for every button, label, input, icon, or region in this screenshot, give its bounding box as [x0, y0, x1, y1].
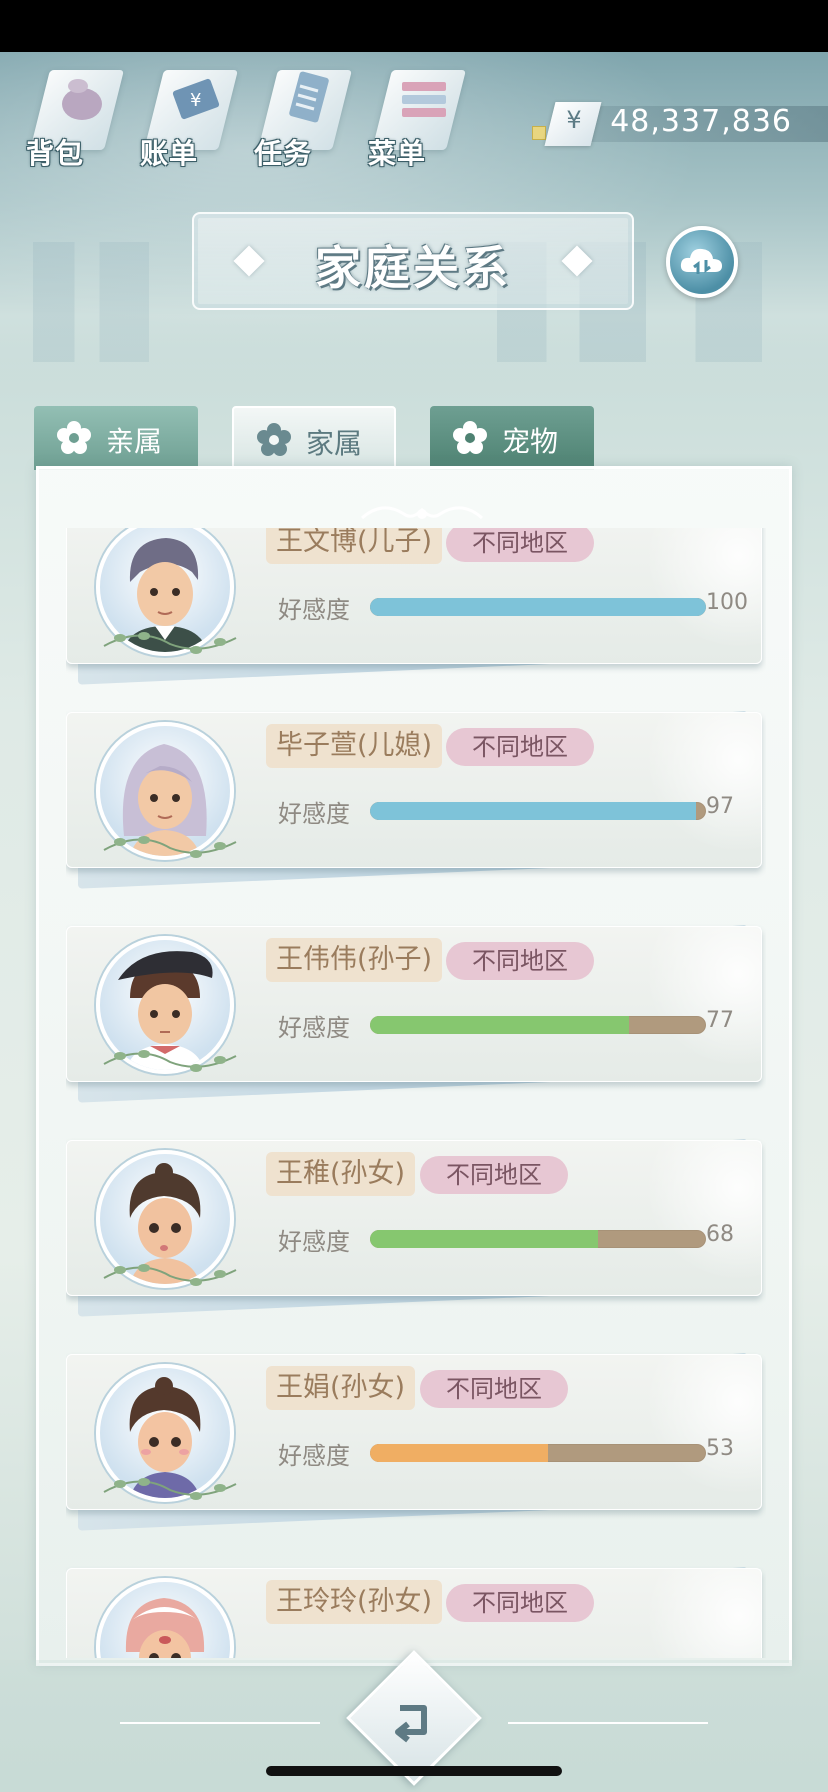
region-badge: 不同地区	[446, 728, 594, 766]
member-name: 王文博(儿子)	[266, 528, 443, 564]
avatar	[96, 1578, 234, 1658]
affinity-fill	[370, 1016, 629, 1034]
yen-icon: ¥	[566, 106, 582, 134]
affinity-bar	[370, 802, 706, 820]
bill-button[interactable]: ¥ 账单	[136, 60, 238, 170]
affinity-fill	[370, 1444, 549, 1462]
flower-icon	[57, 421, 91, 454]
money-display: ¥ 48,337,836	[532, 102, 828, 146]
vine-decoration-icon	[103, 1050, 237, 1072]
member-name: 王稚(孙女)	[266, 1152, 416, 1196]
affinity-bar	[370, 598, 706, 616]
task-button[interactable]: 任务	[250, 60, 352, 170]
tab-label: 亲属	[106, 425, 163, 458]
gold-coin-icon	[532, 126, 546, 140]
cloud-sync-button[interactable]	[666, 226, 738, 298]
divider	[120, 1722, 320, 1724]
affinity-label: 好感度	[278, 596, 350, 624]
tab-family[interactable]: 家属	[232, 406, 396, 468]
affinity-bar	[370, 1230, 706, 1248]
affinity-fill	[370, 802, 696, 820]
flower-icon	[257, 423, 291, 456]
menu-label: 菜单	[368, 137, 427, 170]
affinity-value: 77	[706, 1008, 734, 1033]
status-bar	[0, 0, 828, 52]
affinity-bar	[370, 1016, 706, 1034]
bill-icon: ¥	[172, 78, 220, 120]
affinity-value: 97	[706, 794, 734, 819]
member-card[interactable]: 王娟(孙女) 不同地区 好感度 53	[66, 1353, 766, 1531]
region-badge: 不同地区	[420, 1156, 568, 1194]
region-badge: 不同地区	[446, 942, 594, 980]
back-arrow-icon	[395, 1705, 427, 1743]
member-card[interactable]: 毕子萱(儿媳) 不同地区 好感度 97	[66, 711, 766, 889]
affinity-value: 100	[706, 590, 748, 615]
member-name: 王伟伟(孙子)	[266, 938, 443, 982]
affinity-label: 好感度	[278, 800, 350, 828]
divider	[508, 1722, 708, 1724]
region-badge: 不同地区	[420, 1370, 568, 1408]
member-list[interactable]: 王文博(儿子) 不同地区 好感度 100 毕子萱(儿媳) 不同地区 好感度 97	[66, 528, 766, 1658]
affinity-value: 68	[706, 1222, 734, 1247]
affinity-fill	[370, 1230, 599, 1248]
vine-decoration-icon	[103, 1264, 237, 1286]
affinity-label: 好感度	[278, 1442, 350, 1470]
flower-icon	[453, 421, 487, 454]
tab-label: 宠物	[502, 425, 559, 458]
svg-text:¥: ¥	[190, 90, 201, 111]
vine-decoration-icon	[103, 836, 237, 858]
bill-label: 账单	[140, 137, 199, 170]
member-card[interactable]: 王文博(儿子) 不同地区 好感度 100	[66, 528, 766, 685]
affinity-fill	[370, 598, 706, 616]
home-indicator	[266, 1766, 562, 1776]
bag-label: 背包	[26, 137, 85, 170]
affinity-value: 53	[706, 1436, 734, 1461]
affinity-bar	[370, 1444, 706, 1462]
member-card[interactable]: 王玲玲(孙女) 不同地区	[66, 1567, 766, 1658]
affinity-label: 好感度	[278, 1014, 350, 1042]
task-label: 任务	[254, 137, 313, 170]
tab-relatives[interactable]: 亲属	[34, 406, 198, 470]
region-badge: 不同地区	[446, 1584, 594, 1622]
member-card[interactable]: 王伟伟(孙子) 不同地区 好感度 77	[66, 925, 766, 1103]
region-badge: 不同地区	[446, 528, 594, 562]
menu-button[interactable]: 菜单	[364, 60, 466, 170]
bag-icon	[62, 79, 102, 120]
ornament-icon	[360, 506, 484, 520]
vine-decoration-icon	[103, 632, 237, 654]
money-amount: 48,337,836	[610, 104, 792, 139]
affinity-label: 好感度	[278, 1228, 350, 1256]
cloud-icon	[680, 248, 722, 274]
member-name: 毕子萱(儿媳)	[266, 724, 443, 768]
top-menu: 背包 ¥ 账单 任务 菜单	[22, 60, 482, 170]
tab-label: 家属	[306, 427, 363, 460]
member-name: 王玲玲(孙女)	[266, 1580, 443, 1624]
member-name: 王娟(孙女)	[266, 1366, 416, 1410]
page-title-box: 家庭关系	[192, 212, 634, 310]
vine-decoration-icon	[103, 1478, 237, 1500]
menu-icon	[402, 82, 446, 117]
tab-pets[interactable]: 宠物	[430, 406, 594, 470]
member-card[interactable]: 王稚(孙女) 不同地区 好感度 68	[66, 1139, 766, 1317]
task-icon	[289, 71, 329, 123]
bag-button[interactable]: 背包	[22, 60, 124, 170]
